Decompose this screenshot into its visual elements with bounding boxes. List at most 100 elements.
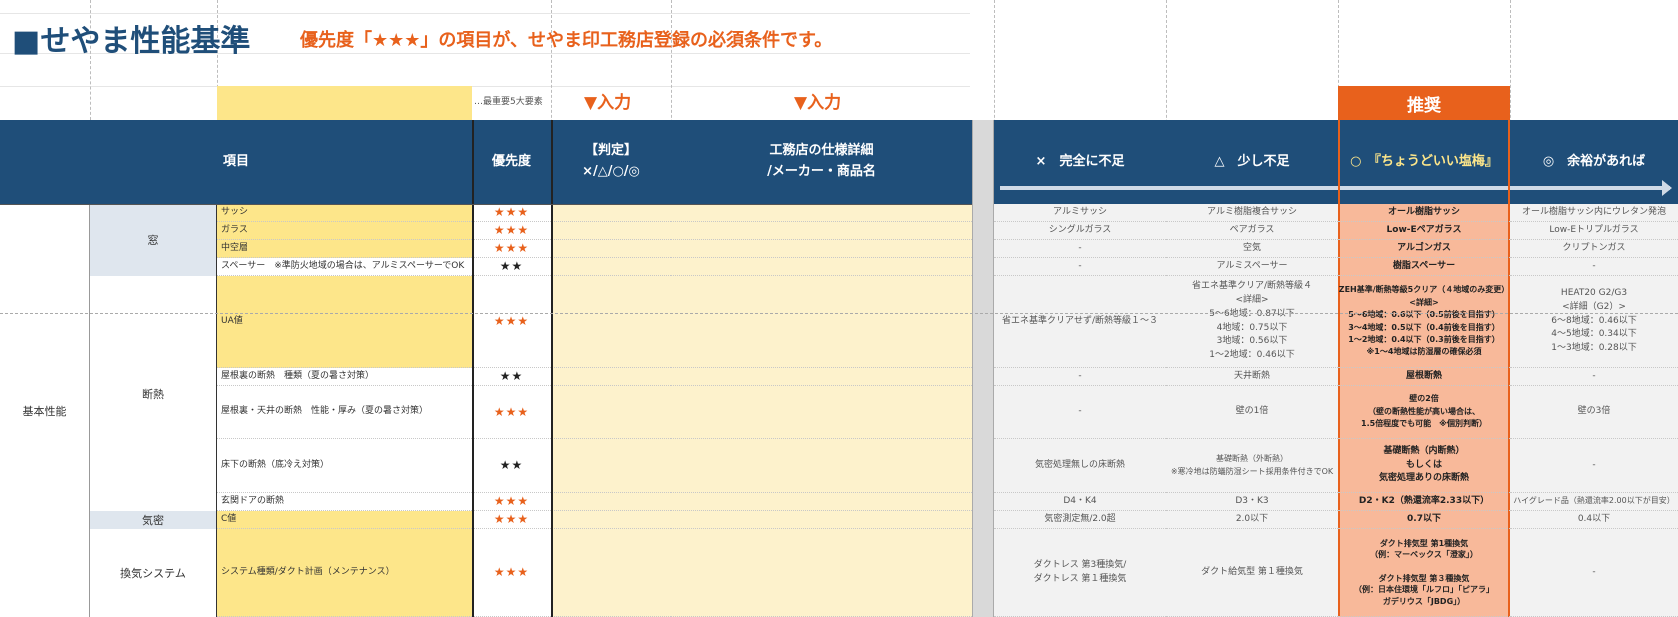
cell-insufficient: 気密測定無/2.0超 — [994, 511, 1166, 529]
cell-insufficient: シングルガラス — [994, 222, 1166, 240]
row-priority: ★★★ — [472, 240, 551, 258]
cell-insufficient: D4・K4 — [994, 493, 1166, 511]
row-priority: ★★ — [472, 368, 551, 386]
category-basic-performance: 基本性能 — [0, 204, 90, 617]
cell-insufficient: - — [994, 240, 1166, 258]
level-arrow-line — [1000, 186, 1670, 190]
judge-input[interactable] — [551, 240, 671, 258]
spec-input[interactable] — [671, 493, 972, 511]
cell-slightly-insufficient: 2.0以下 — [1166, 511, 1338, 529]
border-priority-left — [472, 120, 474, 617]
cell-recommended: 樹脂スペーサー — [1338, 258, 1510, 276]
cell-ample: 壁の3倍 — [1510, 386, 1678, 439]
row-priority: ★★★ — [472, 222, 551, 240]
header-blank — [0, 120, 217, 204]
cell-ample: - — [1510, 439, 1678, 493]
judge-input[interactable] — [551, 276, 671, 368]
header-insufficient: × 完全に不足 — [994, 120, 1166, 204]
cell-slightly-insufficient: 天井断熱 — [1166, 368, 1338, 386]
cell-ample: - — [1510, 258, 1678, 276]
cell-recommended: D2・K2（熱還流率2.33以下） — [1338, 493, 1510, 511]
spec-input[interactable] — [671, 222, 972, 240]
cell-insufficient: - — [994, 258, 1166, 276]
header-judge: 【判定】 ×/△/○/◎ — [551, 120, 671, 204]
header-item: 項目 — [217, 120, 472, 204]
row-item: 中空層 — [217, 240, 472, 258]
judge-input[interactable] — [551, 493, 671, 511]
row-priority: ★★ — [472, 258, 551, 276]
cell-slightly-insufficient: アルミ樹脂複合サッシ — [1166, 204, 1338, 222]
input-marker-judge: ▼入力 — [584, 93, 632, 113]
row-priority: ★★ — [472, 439, 551, 493]
cell-insufficient: ダクトレス 第3種換気/ ダクトレス 第１種換気 — [994, 529, 1166, 617]
row-priority: ★★★ — [472, 276, 551, 368]
row-item: 床下の断熱（底冷え対策） — [217, 439, 472, 493]
cell-ample: 0.4以下 — [1510, 511, 1678, 529]
cell-slightly-insufficient: 基礎断熱（外断熱） ※寒冷地は防蟻防湿シート採用条件付きでOK — [1166, 439, 1338, 493]
row-item: ガラス — [217, 222, 472, 240]
cell-insufficient: - — [994, 386, 1166, 439]
cell-recommended: アルゴンガス — [1338, 240, 1510, 258]
input-marker-spec: ▼入力 — [794, 93, 842, 113]
judge-input[interactable] — [551, 511, 671, 529]
cell-slightly-insufficient: 壁の1倍 — [1166, 386, 1338, 439]
row-item: C値 — [217, 511, 472, 529]
judge-input[interactable] — [551, 368, 671, 386]
judge-input[interactable] — [551, 258, 671, 276]
row-item: 屋根裏・天井の断熱 性能・厚み（夏の暑さ対策） — [217, 386, 472, 439]
border-priority-right — [551, 120, 553, 617]
header-spec: 工務店の仕様詳細 /メーカー・商品名 — [671, 120, 972, 204]
spec-input[interactable] — [671, 529, 972, 617]
cell-insufficient: アルミサッシ — [994, 204, 1166, 222]
judge-input[interactable] — [551, 386, 671, 439]
cell-ample: - — [1510, 529, 1678, 617]
cell-recommended: 壁の2倍 （壁の断熱性能が高い場合は、 1.5倍程度でも可能 ※個別判断） — [1338, 386, 1510, 439]
page-subtitle: 優先度「★★★」の項目が、せやま印工務店登録の必須条件です。 — [300, 30, 833, 51]
cell-slightly-insufficient: ダクト給気型 第１種換気 — [1166, 529, 1338, 617]
row-item: 屋根裏の断熱 種類（夏の暑さ対策） — [217, 368, 472, 386]
spec-input[interactable] — [671, 368, 972, 386]
cell-ample: - — [1510, 368, 1678, 386]
category-insulation: 断熱 — [90, 276, 217, 511]
spec-input[interactable] — [671, 386, 972, 439]
judge-input[interactable] — [551, 439, 671, 493]
row-priority: ★★★ — [472, 386, 551, 439]
judge-input[interactable] — [551, 204, 671, 222]
page-break-line — [0, 313, 1678, 314]
cell-slightly-insufficient: D3・K3 — [1166, 493, 1338, 511]
cell-recommended: ダクト排気型 第1種換気 （例：マーベックス「澄家」） ダクト排気型 第３種換気… — [1338, 529, 1510, 617]
row-priority: ★★★ — [472, 204, 551, 222]
judge-input[interactable] — [551, 529, 671, 617]
cell-insufficient: 気密処理無しの床断熱 — [994, 439, 1166, 493]
column-separator — [972, 120, 994, 617]
row-item: UA値 — [217, 276, 472, 368]
spec-input[interactable] — [671, 511, 972, 529]
cell-recommended: 基礎断熱（内断熱） もしくは 気密処理ありの床断熱 — [1338, 439, 1510, 493]
row-priority: ★★★ — [472, 493, 551, 511]
cell-recommended: Low-Eペアガラス — [1338, 222, 1510, 240]
cell-ample: HEAT20 G2/G3 <詳細（G2）> 6～8地域：0.46以下 4～5地域… — [1510, 276, 1678, 368]
cell-slightly-insufficient: アルミスペーサー — [1166, 258, 1338, 276]
spec-input[interactable] — [671, 240, 972, 258]
row-priority: ★★★ — [472, 529, 551, 617]
spec-input[interactable] — [671, 204, 972, 222]
category-airtightness: 気密 — [90, 511, 217, 529]
cell-slightly-insufficient: ペアガラス — [1166, 222, 1338, 240]
row-priority: ★★★ — [472, 511, 551, 529]
border-header-bottom — [0, 204, 972, 205]
header-ample: ◎ 余裕があれば — [1510, 120, 1678, 204]
cell-recommended: ZEH基準/断熱等級5クリア（４地域のみ変更） <詳細> 5～6地域：0.6以下… — [1338, 276, 1510, 368]
spec-input[interactable] — [671, 258, 972, 276]
category-ventilation: 換気システム — [90, 529, 217, 617]
priority-legend-note: …最重要5大要素 — [474, 97, 543, 107]
spec-input[interactable] — [671, 276, 972, 368]
row-item: スペーサー ※準防火地域の場合は、アルミスペーサーでOK — [217, 258, 472, 276]
level-arrow-head — [1662, 180, 1672, 196]
cell-ample: ハイグレード品（熱還流率2.00以下が目安） — [1510, 493, 1678, 511]
cell-slightly-insufficient: 省エネ基準クリア/断熱等級４ <詳細> 5～6地域：0.87以下 4地域：0.7… — [1166, 276, 1338, 368]
spec-input[interactable] — [671, 439, 972, 493]
priority-legend-swatch — [217, 86, 472, 120]
cell-ample: クリプトンガス — [1510, 240, 1678, 258]
judge-input[interactable] — [551, 222, 671, 240]
cell-recommended: オール樹脂サッシ — [1338, 204, 1510, 222]
